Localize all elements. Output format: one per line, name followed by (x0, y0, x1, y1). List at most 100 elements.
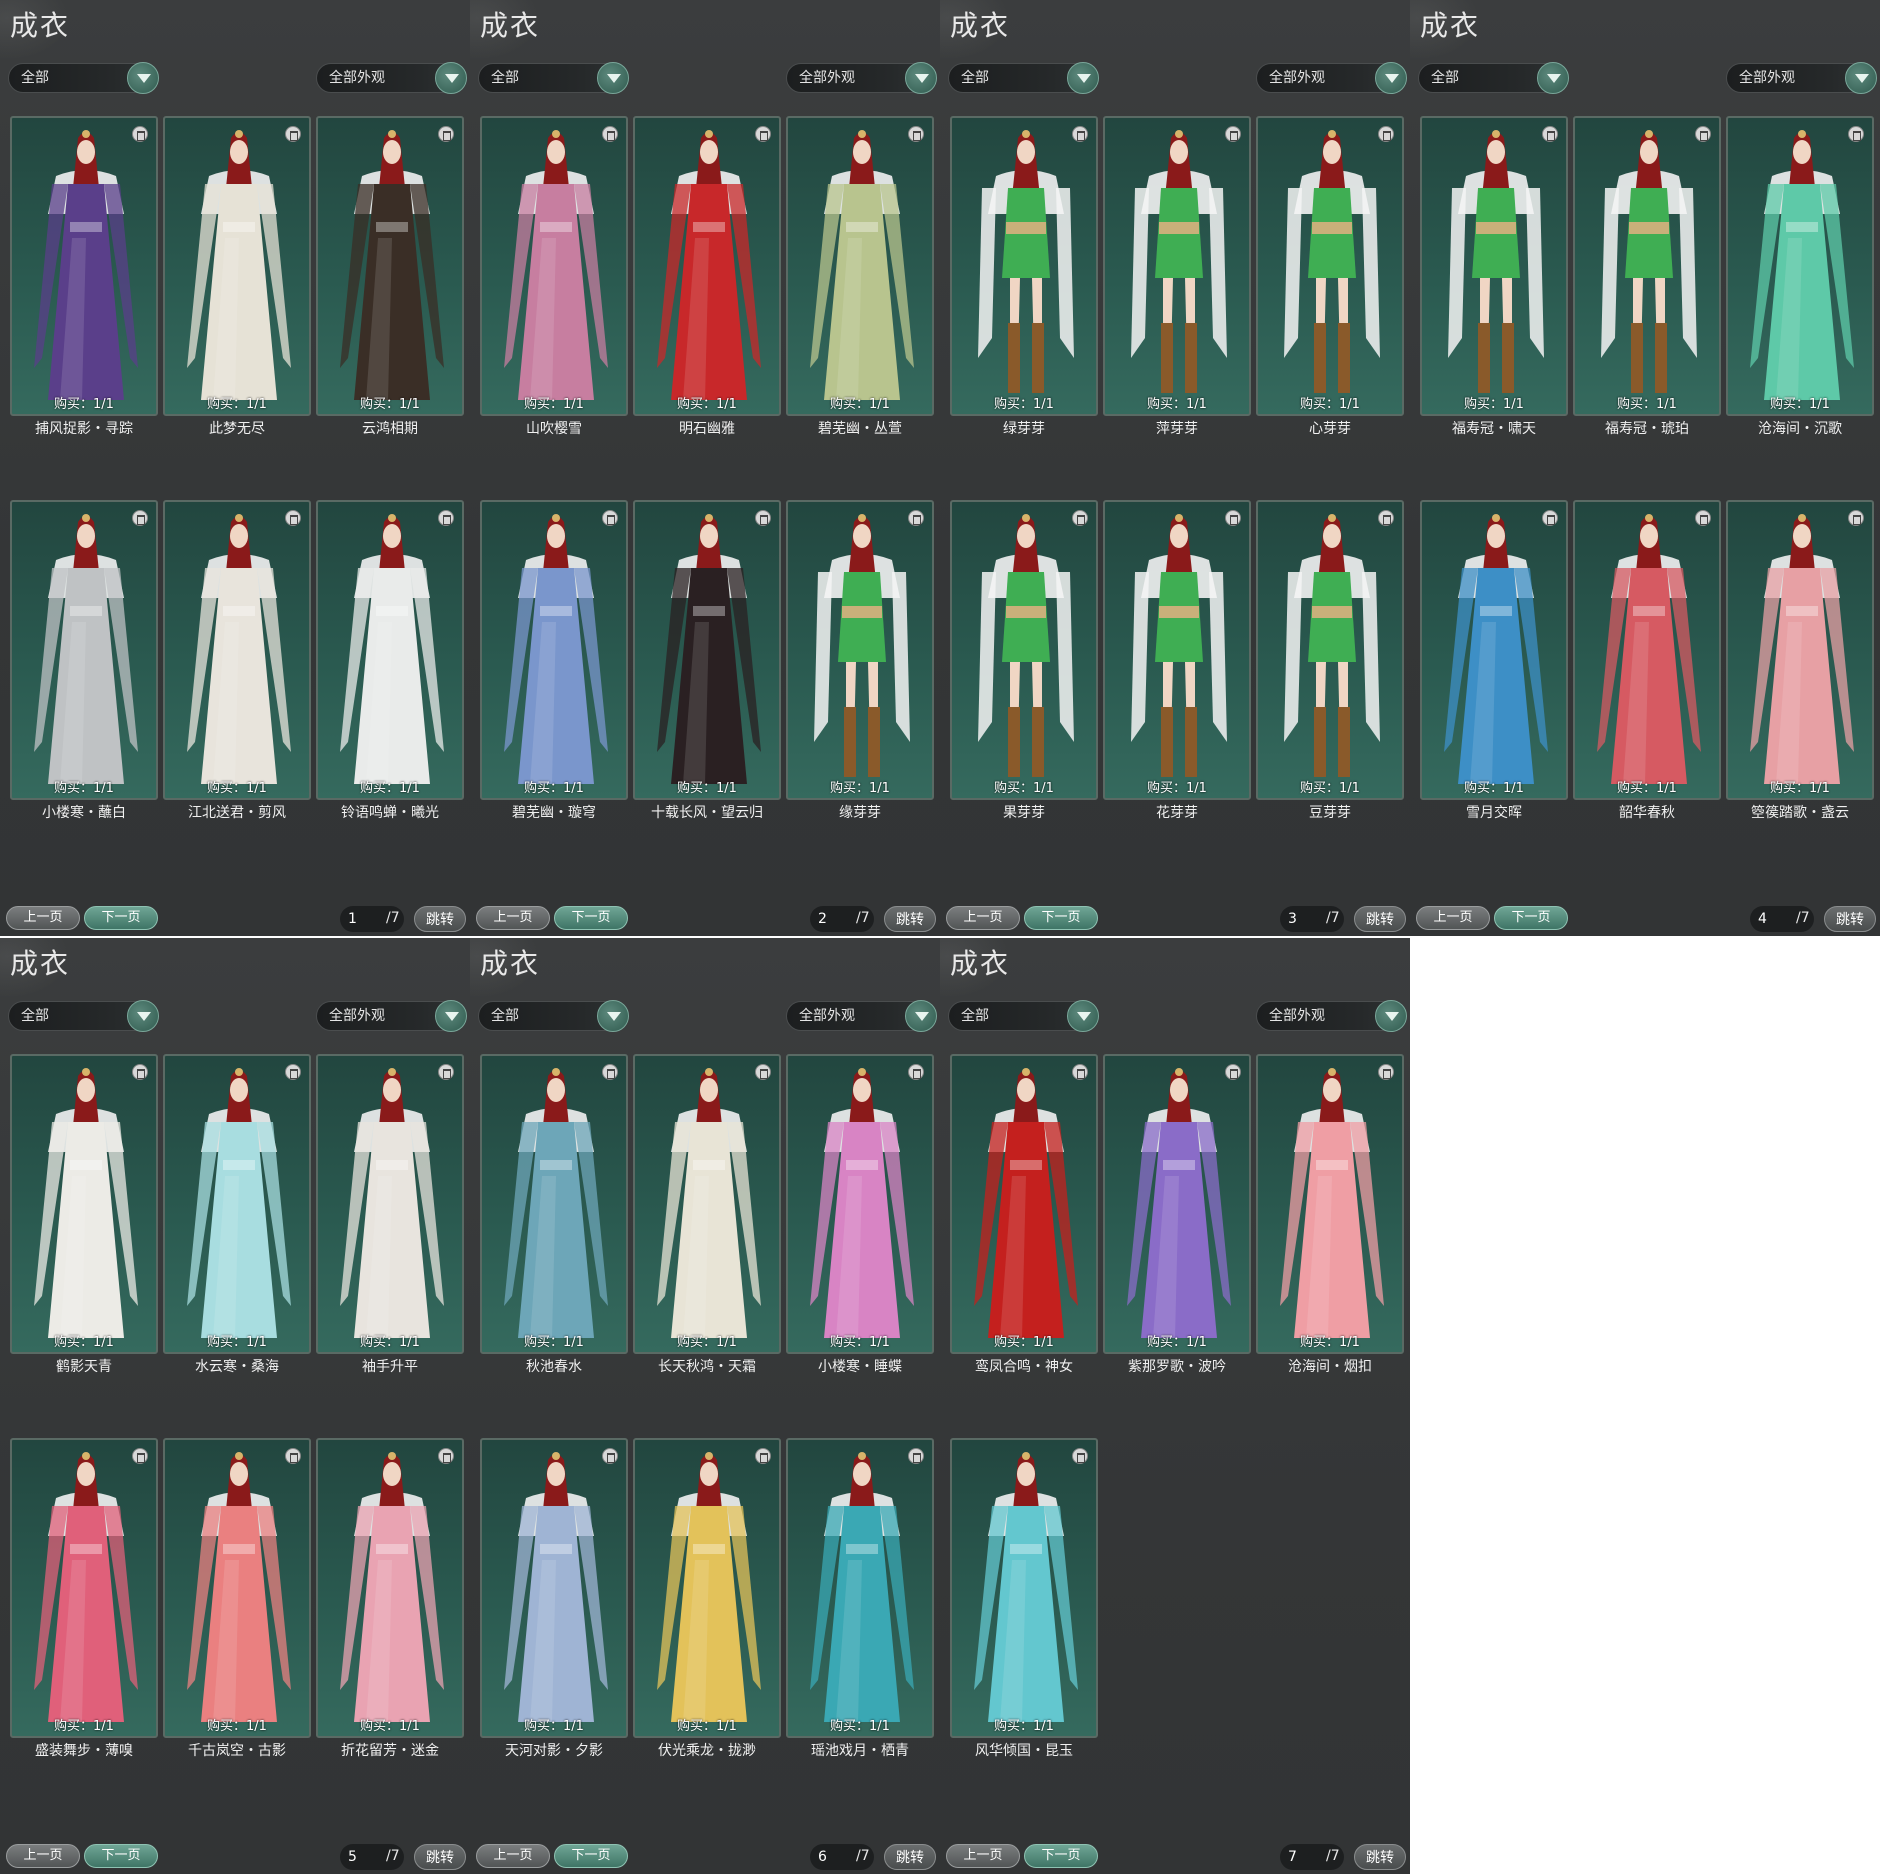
prev-page-button[interactable]: 上一页 (476, 1844, 550, 1868)
outfit-card[interactable]: 购买：1/1 (480, 1054, 628, 1354)
outfit-card[interactable]: 购买：1/1 (1103, 500, 1251, 800)
trash-icon[interactable] (1378, 1064, 1394, 1080)
trash-icon[interactable] (1072, 510, 1088, 526)
outfit-card[interactable]: 购买：1/1 (10, 500, 158, 800)
outfit-card[interactable]: 购买：1/1 (786, 1054, 934, 1354)
outfit-card[interactable]: 购买：1/1 (1103, 116, 1251, 416)
appearance-filter-dropdown[interactable]: 全部外观 (316, 1000, 467, 1032)
category-filter-dropdown[interactable]: 全部 (948, 62, 1099, 94)
next-page-button[interactable]: 下一页 (84, 1844, 158, 1868)
outfit-card[interactable]: 购买：1/1 (633, 1054, 781, 1354)
appearance-filter-dropdown[interactable]: 全部外观 (1256, 62, 1407, 94)
trash-icon[interactable] (132, 126, 148, 142)
trash-icon[interactable] (908, 126, 924, 142)
chevron-down-icon[interactable] (1067, 1000, 1099, 1032)
chevron-down-icon[interactable] (127, 62, 159, 94)
category-filter-dropdown[interactable]: 全部 (8, 62, 159, 94)
trash-icon[interactable] (285, 510, 301, 526)
next-page-button[interactable]: 下一页 (554, 1844, 628, 1868)
trash-icon[interactable] (602, 1448, 618, 1464)
trash-icon[interactable] (1225, 1064, 1241, 1080)
trash-icon[interactable] (755, 1064, 771, 1080)
outfit-card[interactable]: 购买：1/1 (316, 1054, 464, 1354)
trash-icon[interactable] (602, 126, 618, 142)
category-filter-dropdown[interactable]: 全部 (478, 62, 629, 94)
prev-page-button[interactable]: 上一页 (476, 906, 550, 930)
trash-icon[interactable] (132, 1064, 148, 1080)
trash-icon[interactable] (1225, 126, 1241, 142)
chevron-down-icon[interactable] (1375, 62, 1407, 94)
chevron-down-icon[interactable] (905, 1000, 937, 1032)
outfit-card[interactable]: 购买：1/1 (1573, 500, 1721, 800)
trash-icon[interactable] (1072, 1064, 1088, 1080)
outfit-card[interactable]: 购买：1/1 (1420, 500, 1568, 800)
category-filter-dropdown[interactable]: 全部 (8, 1000, 159, 1032)
outfit-card[interactable]: 购买：1/1 (316, 116, 464, 416)
outfit-card[interactable]: 购买：1/1 (10, 1438, 158, 1738)
outfit-card[interactable]: 购买：1/1 (950, 1054, 1098, 1354)
trash-icon[interactable] (602, 1064, 618, 1080)
appearance-filter-dropdown[interactable]: 全部外观 (1256, 1000, 1407, 1032)
trash-icon[interactable] (285, 126, 301, 142)
appearance-filter-dropdown[interactable]: 全部外观 (786, 62, 937, 94)
outfit-card[interactable]: 购买：1/1 (480, 1438, 628, 1738)
trash-icon[interactable] (438, 126, 454, 142)
outfit-card[interactable]: 购买：1/1 (10, 1054, 158, 1354)
trash-icon[interactable] (1072, 126, 1088, 142)
outfit-card[interactable]: 购买：1/1 (786, 500, 934, 800)
trash-icon[interactable] (438, 1448, 454, 1464)
trash-icon[interactable] (1848, 126, 1864, 142)
trash-icon[interactable] (285, 1064, 301, 1080)
category-filter-dropdown[interactable]: 全部 (478, 1000, 629, 1032)
chevron-down-icon[interactable] (127, 1000, 159, 1032)
chevron-down-icon[interactable] (1537, 62, 1569, 94)
outfit-card[interactable]: 购买：1/1 (480, 500, 628, 800)
trash-icon[interactable] (755, 126, 771, 142)
prev-page-button[interactable]: 上一页 (1416, 906, 1490, 930)
outfit-card[interactable]: 购买：1/1 (163, 1054, 311, 1354)
jump-button[interactable]: 跳转 (1354, 1844, 1406, 1870)
trash-icon[interactable] (1695, 126, 1711, 142)
prev-page-button[interactable]: 上一页 (6, 1844, 80, 1868)
trash-icon[interactable] (1542, 126, 1558, 142)
trash-icon[interactable] (1378, 510, 1394, 526)
outfit-card[interactable]: 购买：1/1 (163, 500, 311, 800)
outfit-card[interactable]: 购买：1/1 (786, 116, 934, 416)
jump-button[interactable]: 跳转 (414, 906, 466, 932)
jump-button[interactable]: 跳转 (414, 1844, 466, 1870)
outfit-card[interactable]: 购买：1/1 (1103, 1054, 1251, 1354)
outfit-card[interactable]: 购买：1/1 (950, 1438, 1098, 1738)
outfit-card[interactable]: 购买：1/1 (633, 116, 781, 416)
prev-page-button[interactable]: 上一页 (946, 1844, 1020, 1868)
trash-icon[interactable] (1695, 510, 1711, 526)
outfit-card[interactable]: 购买：1/1 (316, 1438, 464, 1738)
prev-page-button[interactable]: 上一页 (6, 906, 80, 930)
jump-button[interactable]: 跳转 (1824, 906, 1876, 932)
outfit-card[interactable]: 购买：1/1 (1256, 116, 1404, 416)
trash-icon[interactable] (908, 1064, 924, 1080)
outfit-card[interactable]: 购买：1/1 (1420, 116, 1568, 416)
trash-icon[interactable] (438, 510, 454, 526)
outfit-card[interactable]: 购买：1/1 (1573, 116, 1721, 416)
outfit-card[interactable]: 购买：1/1 (633, 1438, 781, 1738)
chevron-down-icon[interactable] (597, 1000, 629, 1032)
outfit-card[interactable]: 购买：1/1 (633, 500, 781, 800)
trash-icon[interactable] (1225, 510, 1241, 526)
appearance-filter-dropdown[interactable]: 全部外观 (1726, 62, 1877, 94)
jump-button[interactable]: 跳转 (884, 1844, 936, 1870)
next-page-button[interactable]: 下一页 (1024, 906, 1098, 930)
outfit-card[interactable]: 购买：1/1 (950, 500, 1098, 800)
trash-icon[interactable] (908, 1448, 924, 1464)
chevron-down-icon[interactable] (1067, 62, 1099, 94)
category-filter-dropdown[interactable]: 全部 (1418, 62, 1569, 94)
next-page-button[interactable]: 下一页 (84, 906, 158, 930)
trash-icon[interactable] (132, 510, 148, 526)
chevron-down-icon[interactable] (435, 62, 467, 94)
jump-button[interactable]: 跳转 (1354, 906, 1406, 932)
chevron-down-icon[interactable] (1845, 62, 1877, 94)
outfit-card[interactable]: 购买：1/1 (480, 116, 628, 416)
outfit-card[interactable]: 购买：1/1 (1256, 1054, 1404, 1354)
outfit-card[interactable]: 购买：1/1 (163, 1438, 311, 1738)
next-page-button[interactable]: 下一页 (1494, 906, 1568, 930)
trash-icon[interactable] (132, 1448, 148, 1464)
